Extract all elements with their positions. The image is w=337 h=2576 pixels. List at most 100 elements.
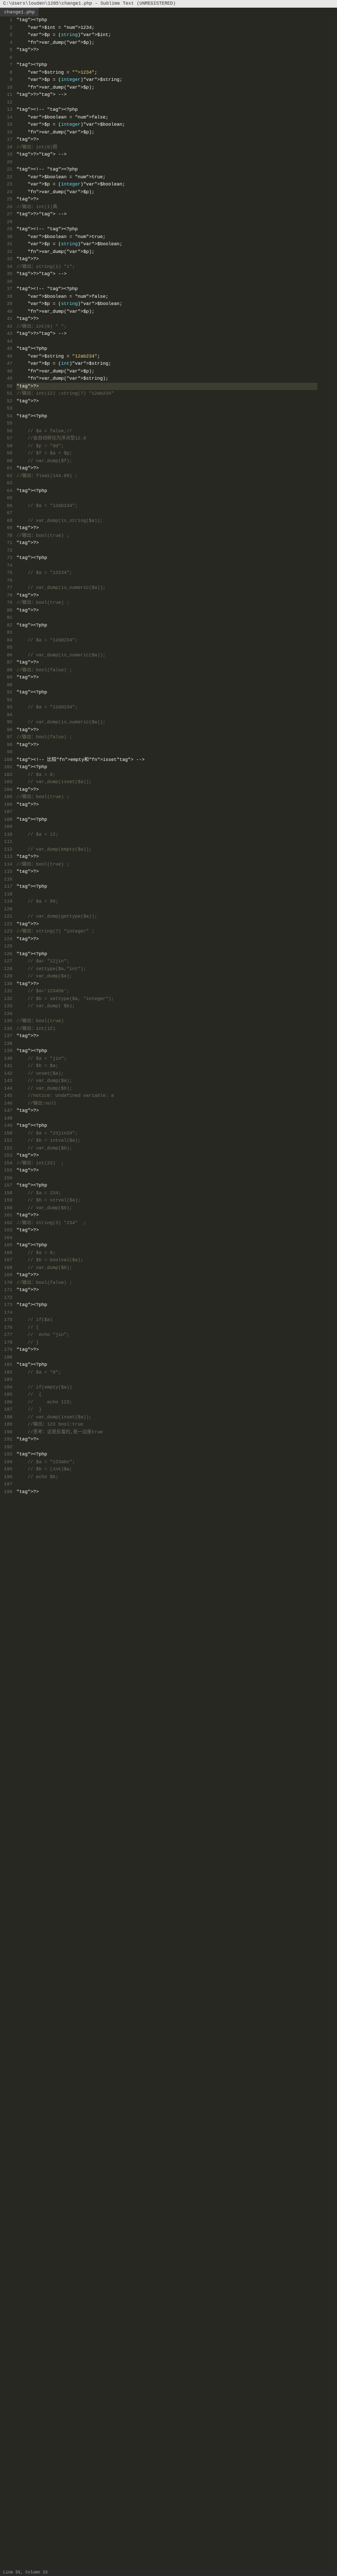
code-line[interactable] [16,711,317,719]
code-line[interactable]: "tag">?>"tag"> --> [16,151,317,159]
code-line[interactable]: "tag">?> [16,539,317,547]
code-line[interactable]: // $b = (int)$a; [16,1466,317,1473]
code-line[interactable]: "tag">?> [16,607,317,615]
code-line[interactable]: "fn">var_dump("var">$string); [16,375,317,383]
code-line[interactable] [16,749,317,756]
code-line[interactable]: // $b = $a; [16,1062,317,1070]
code-line[interactable]: "tag"><!-- "tag"><?php [16,106,317,114]
code-line[interactable] [16,278,317,286]
code-line[interactable]: //输出：123 bool:true [16,1421,317,1429]
code-line[interactable]: "tag">?> [16,853,317,861]
code-line[interactable]: // $b = strval($a); [16,1197,317,1205]
code-line[interactable]: "var">$p = (integer)"var">$string; [16,76,317,84]
code-line[interactable]: //输出：int(12) [16,1025,317,1033]
file-tab[interactable]: change1.php [0,8,39,16]
code-line[interactable]: "tag"><!-- 比较"fn">empty和"fn">isset"tag">… [16,756,317,764]
code-line[interactable]: // $a='123456'; [16,988,317,995]
code-line[interactable] [16,1309,317,1317]
code-line[interactable]: // echo "jin"; [16,1331,317,1339]
code-line[interactable]: "tag">?> [16,741,317,749]
code-line[interactable]: "tag"><?php [16,1122,317,1130]
code-line[interactable]: "tag"><?php [16,764,317,771]
code-line[interactable]: "tag">?>"tag"> --> [16,91,317,99]
code-line[interactable]: // echo $b; [16,1473,317,1481]
code-line[interactable]: // $a = 12; [16,831,317,839]
code-line[interactable]: "var">$p = (string)"var">$boolean; [16,300,317,308]
code-line[interactable]: "tag"><?php [16,16,317,24]
code-line[interactable]: // $a = 0; [16,771,317,779]
code-line[interactable]: "tag"><?php [16,622,317,630]
code-line[interactable]: "tag">?> [16,592,317,600]
code-line[interactable]: "fn">var_dump("var">$p); [16,189,317,196]
code-line[interactable]: //输出：string(1) "1"; [16,263,317,271]
code-line[interactable]: "tag"><?php [16,1361,317,1369]
code-line[interactable]: "tag">?> [16,1152,317,1160]
code-line[interactable]: // echo 123; [16,1399,317,1406]
code-line[interactable] [16,1354,317,1362]
code-line[interactable]: "fn">var_dump("var">$p); [16,84,317,92]
code-line[interactable]: "tag">?> [16,801,317,809]
code-line[interactable] [16,697,317,704]
code-line[interactable]: // $a = 0; [16,1249,317,1257]
code-line[interactable]: // $a = "12ab234"; [16,502,317,510]
code-line[interactable] [16,1040,317,1048]
code-line[interactable]: "tag">?> [16,256,317,263]
code-line[interactable]: "var">$int = "num">1234; [16,24,317,32]
code-line[interactable]: "tag"><?php [16,883,317,891]
code-line[interactable]: // $b = intval($a); [16,1137,317,1145]
code-line[interactable]: // } [16,1339,317,1347]
code-line[interactable]: "tag">?> [16,1212,317,1219]
code-line[interactable] [16,614,317,622]
code-line[interactable]: "var">$p = (string)"var">$boolean; [16,241,317,248]
code-line[interactable]: // var_dump(is_numeric($a)); [16,652,317,659]
code-line[interactable]: "tag"><?php [16,1182,317,1190]
code-line[interactable]: "tag">?> [16,659,317,667]
code-line[interactable]: // var_dump($a); [16,1077,317,1085]
code-line[interactable]: "fn">var_dump("var">$p); [16,248,317,256]
code-line[interactable]: "var">$string = "12ab234"; [16,353,317,361]
minimap[interactable] [328,16,337,2576]
code-line[interactable]: // var_dump(is_numeric($a)); [16,584,317,592]
code-line[interactable] [16,1175,317,1182]
code-line[interactable]: //输出：bool(false) ; [16,734,317,741]
code-line[interactable]: // $a = "12dd234"; [16,637,317,645]
code-line[interactable]: "tag">?> [16,383,317,391]
code-line[interactable]: "tag">?> [16,398,317,405]
code-line[interactable]: "fn">var_dump("var">$p); [16,129,317,137]
code-line[interactable] [16,495,317,502]
code-line[interactable]: "var">$p = (integer)"var">$boolean; [16,181,317,189]
code-line[interactable]: // $a = false;// [16,428,317,435]
code-line[interactable]: // $f = $a + $p; [16,450,317,457]
code-line[interactable] [16,54,317,62]
code-line[interactable]: "tag">?> [16,196,317,204]
code-line[interactable] [16,159,317,166]
code-line[interactable] [16,1481,317,1488]
code-line[interactable]: "tag">?> [16,674,317,682]
code-line[interactable]: // var_dump(isset($a)); [16,778,317,786]
code-line[interactable]: "tag">?> [16,315,317,323]
code-line[interactable]: "tag"><?php [16,1451,317,1459]
code-line[interactable]: "tag"><?php [16,487,317,495]
code-line[interactable]: "tag"><!-- "tag"><?php [16,226,317,233]
code-line[interactable] [16,218,317,226]
code-line[interactable]: //输出：float(144.09) ; [16,472,317,480]
code-area[interactable]: "tag"><?php "var">$int = "num">1234; "va… [16,16,328,2576]
code-line[interactable]: "var">$string = "">1234"; [16,69,317,77]
code-line[interactable]: "tag">?> [16,1286,317,1294]
code-line[interactable] [16,547,317,555]
code-line[interactable]: // $a= "12jin"; [16,958,317,965]
code-line[interactable]: //输出：string(3) "234" ; [16,1219,317,1227]
code-line[interactable]: "fn">var_dump("var">$p); [16,308,317,316]
code-line[interactable]: // if($a) [16,1316,317,1324]
code-line[interactable]: "var">$boolean = "num">false; [16,293,317,301]
code-line[interactable]: //输出：int(23) ; [16,1160,317,1167]
code-line[interactable]: // $a = 89; [16,898,317,906]
code-line[interactable]: "tag"><?php [16,689,317,697]
code-line[interactable]: "tag">?> [16,1272,317,1279]
code-line[interactable] [16,1294,317,1302]
code-line[interactable]: "tag">?> [16,1488,317,1496]
code-line[interactable]: "tag"><?php [16,1242,317,1249]
code-line[interactable] [16,808,317,816]
code-line[interactable]: // $a = 234; [16,1190,317,1197]
code-line[interactable]: "var">$p = (int)"var">$string; [16,360,317,368]
